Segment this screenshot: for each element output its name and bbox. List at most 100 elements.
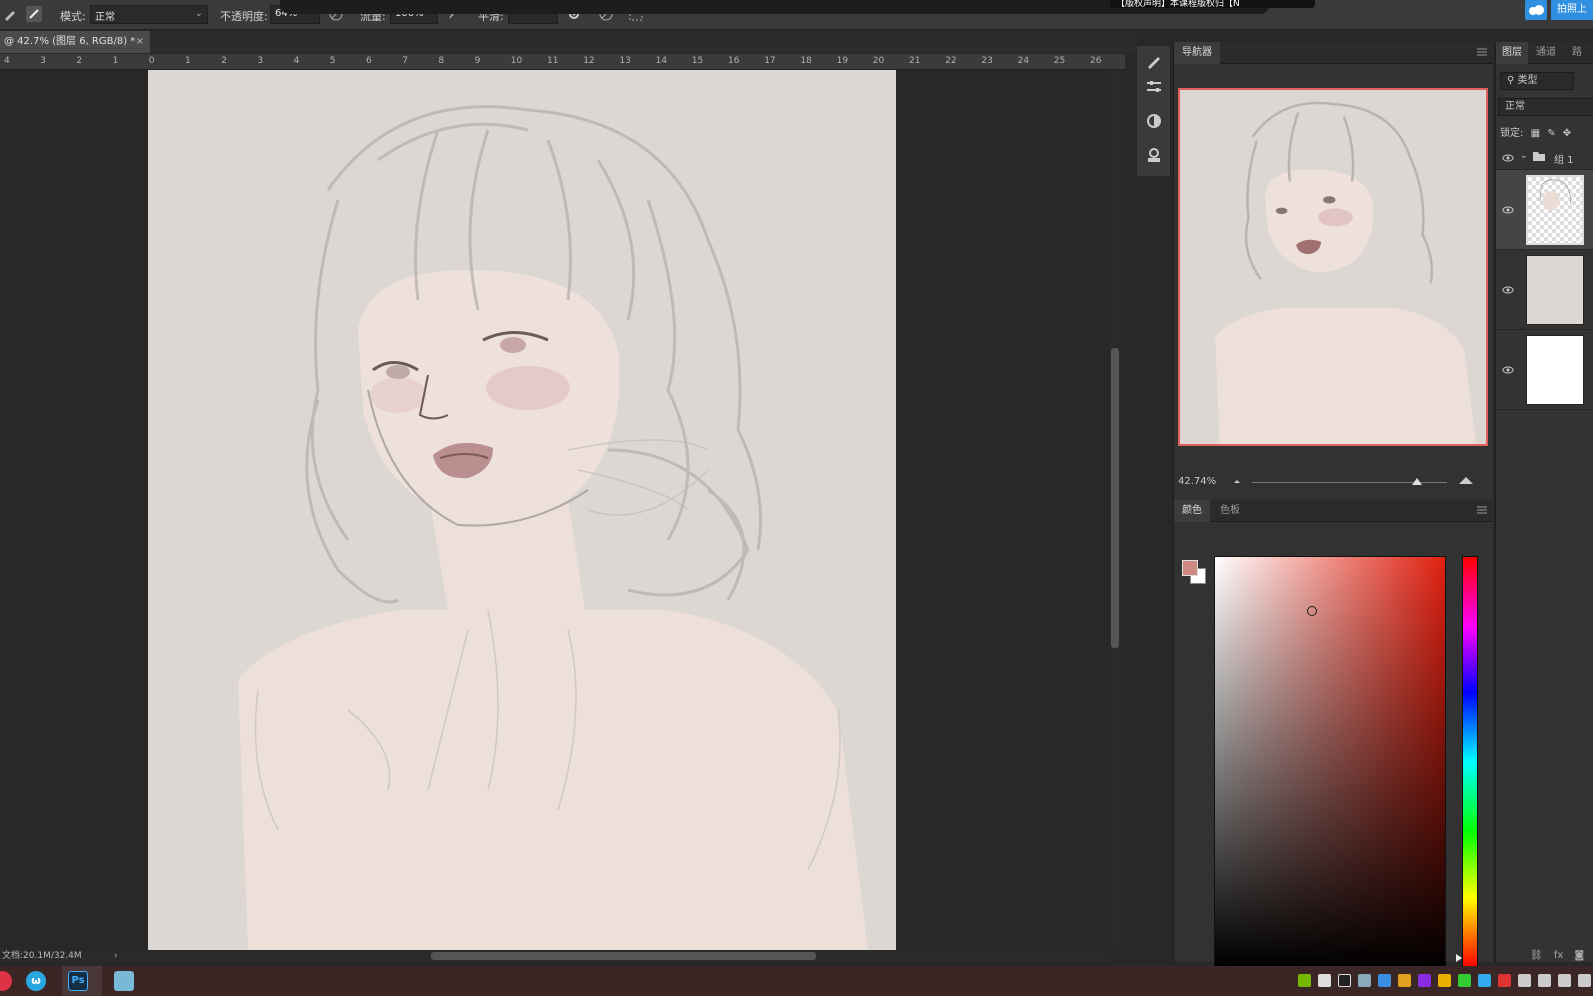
color-header: 颜色 色板 [1174,500,1493,522]
lock-paint-icon[interactable]: ✎ [1547,128,1555,139]
layer-filter-select[interactable]: ⚲ 类型 [1500,72,1574,90]
layer-row-skin[interactable] [1496,250,1593,330]
navigator-zoom-value[interactable]: 42.74% [1178,476,1216,487]
tray-icon-3[interactable] [1358,974,1371,987]
ruler-tick-label: 1 [185,56,191,66]
eye-icon[interactable] [1502,152,1514,164]
adjust-sliders-icon[interactable] [1145,78,1163,96]
navigator-zoom-slider[interactable] [1252,478,1447,485]
photo-upload-button[interactable]: 拍照上 [1551,0,1593,20]
navigator-color-panel: 导航器 42.74% 颜色 色板 [1173,42,1493,968]
layer-group-row[interactable]: ⌄ 组 1 [1496,146,1593,170]
ruler-tick-label: 4 [293,56,300,66]
mode-label: 模式: [60,10,86,23]
tab-paths[interactable]: 路 [1566,42,1588,64]
mic-icon[interactable] [1538,974,1551,987]
ruler-tick-label: 23 [981,56,993,66]
status-arrow[interactable]: › [114,950,118,962]
layer-row-background[interactable] [1496,330,1593,410]
mode-select[interactable]: 正常 ⌄ [90,5,208,24]
ruler-tick-label: 3 [257,56,264,66]
tray-icon-5[interactable] [1418,974,1431,987]
lock-move-icon[interactable]: ✥ [1563,128,1571,139]
foreground-color-swatch[interactable] [1182,560,1198,576]
ruler-tick-label: 8 [438,56,445,66]
ruler-tick-label: 3 [40,56,46,66]
blend-mode-select[interactable]: 正常 [1498,98,1593,116]
folder-icon[interactable] [1398,974,1411,987]
cloud-icon[interactable] [1525,0,1547,20]
document-tab[interactable]: @ 42.7% (图层 6, RGB/8) * × [0,31,150,53]
zoom-out-icon[interactable] [1232,476,1242,489]
ruler-tick-label: 17 [764,56,776,66]
saturation-brightness-field[interactable] [1214,556,1446,968]
ruler-tick-label: 21 [909,56,921,66]
layer-thumbnail [1526,175,1584,245]
navigator-view-box[interactable] [1178,88,1488,446]
eye-icon[interactable] [1502,364,1514,376]
horizontal-scroll-thumb[interactable] [431,952,816,960]
brush-panel-icon[interactable] [26,6,42,22]
hue-slider[interactable] [1462,556,1478,968]
ruler-tick-label: 0 [148,56,155,66]
link-icon[interactable]: ⛓ [1530,950,1543,961]
tray-icon-2[interactable] [1338,974,1351,987]
lock-transparency-icon[interactable]: ▦ [1531,128,1540,139]
horizontal-ruler: 4 3 2 1 0 1 2 3 4 5 6 7 8 9 10 11 12 13 14 15 16 17 18 19 20 21 22… [0,54,1125,70]
tray-icon-9[interactable] [1518,974,1531,987]
brush-settings-icon[interactable] [1145,52,1163,70]
ruler-tick-label: 1 [112,56,119,66]
search-icon: ⚲ [1507,75,1515,86]
tab-color[interactable]: 颜色 [1174,500,1210,522]
tray-icon-6[interactable] [1458,974,1471,987]
volume-icon[interactable] [1578,974,1591,987]
panel-menu-icon[interactable] [1477,505,1487,515]
ruler-tick-label: 19 [836,56,849,66]
lock-row: 锁定: ▦ ✎ ✥ [1500,124,1571,139]
layer-filter-value: 类型 [1517,75,1538,86]
adjustments-icon[interactable] [1145,112,1163,130]
fx-icon[interactable]: fx [1554,950,1563,961]
zoom-in-icon[interactable] [1458,474,1474,489]
tab-navigator[interactable]: 导航器 [1174,42,1220,64]
lock-label: 锁定: [1500,128,1524,139]
ruler-tick-label: 18 [800,56,812,66]
zoom-slider-knob[interactable] [1412,478,1422,485]
vertical-scroll-thumb[interactable] [1111,348,1119,648]
browser-icon[interactable] [0,971,12,991]
display-icon[interactable] [1558,974,1571,987]
tab-layers[interactable]: 图层 [1496,42,1528,64]
mode-value: 正常 [95,12,115,23]
chevron-down-icon[interactable]: ⌄ [1520,151,1528,161]
hue-slider-marker[interactable] [1456,954,1462,962]
panel-menu-icon[interactable] [1477,47,1487,57]
tray-icon-4[interactable] [1378,974,1391,987]
close-icon[interactable]: × [136,31,144,53]
mask-icon[interactable]: ◙ [1575,950,1585,961]
tab-channels[interactable]: 通道 [1530,42,1562,64]
navigator-header: 导航器 [1174,42,1493,64]
blend-mode-value: 正常 [1505,101,1525,112]
eye-icon[interactable] [1502,204,1514,216]
tab-swatches[interactable]: 色板 [1212,500,1248,522]
ruler-tick-label: 12 [583,56,595,66]
vertical-scrollbar[interactable] [1110,70,1120,950]
tray-icon-1[interactable] [1318,974,1331,987]
layer-row-sketch[interactable] [1496,170,1593,250]
image-app-icon[interactable] [114,971,134,991]
properties-icon[interactable] [1145,146,1163,164]
w-app-icon[interactable]: ω [26,971,46,991]
canvas-area[interactable] [0,70,1125,950]
tool-preset-icon[interactable] [2,6,18,22]
artwork-canvas[interactable] [148,70,896,950]
nvidia-icon[interactable] [1298,974,1311,987]
document-tab-strip [0,31,1135,53]
ruler-tick-label: 25 [1053,56,1066,66]
eye-icon[interactable] [1502,284,1514,296]
layer-thumbnail [1526,255,1584,325]
horizontal-scrollbar[interactable] [136,950,1111,962]
tray-icon-8[interactable] [1498,974,1511,987]
color-picker-cursor[interactable] [1307,605,1318,616]
tray-icon-7[interactable] [1478,974,1491,987]
shield-icon[interactable] [1438,974,1451,987]
